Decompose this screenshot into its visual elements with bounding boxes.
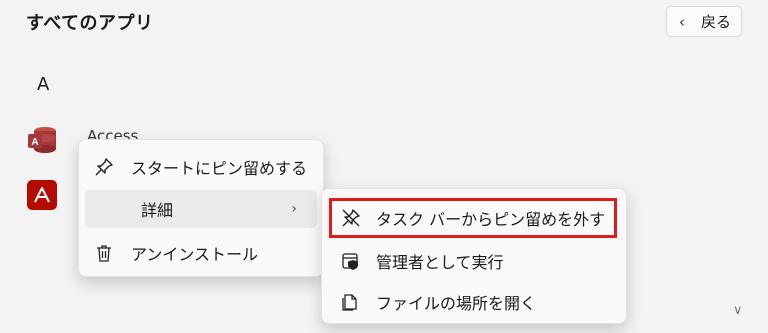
pin-icon [93, 156, 115, 178]
shield-icon [340, 250, 362, 272]
details-submenu: タスク バーからピン留めを外す 管理者として実行 ファイルの場所を開く [321, 188, 627, 324]
back-button-label: 戻る [701, 13, 732, 31]
svg-text:A: A [31, 137, 38, 148]
chevron-right-icon: › [291, 201, 297, 217]
menu-item-label: 管理者として実行 [376, 253, 504, 272]
scroll-down-chevron-icon[interactable]: ∨ [733, 303, 743, 318]
context-menu: スタートにピン留めする 詳細 › アンインストール [78, 139, 324, 277]
unpin-icon [340, 207, 362, 229]
menu-item-open-file-location[interactable]: ファイルの場所を開く [340, 287, 610, 317]
menu-item-uninstall[interactable]: アンインストール [93, 238, 317, 268]
menu-item-label: 詳細 [141, 201, 174, 220]
menu-item-pin-to-start[interactable]: スタートにピン留めする [93, 152, 317, 182]
menu-item-label: アンインストール [131, 245, 259, 264]
page-title: すべてのアプリ [26, 13, 154, 34]
menu-item-label: タスク バーからピン留めを外す [376, 210, 606, 229]
menu-item-unpin-from-taskbar[interactable]: タスク バーからピン留めを外す [329, 198, 617, 238]
acrobat-icon[interactable] [27, 180, 57, 210]
menu-item-label: スタートにピン留めする [131, 159, 308, 178]
menu-item-label: ファイルの場所を開く [376, 294, 537, 313]
access-icon[interactable]: A [27, 125, 57, 155]
menu-item-details[interactable]: 詳細 › [85, 190, 317, 228]
menu-item-run-as-admin[interactable]: 管理者として実行 [340, 246, 610, 276]
group-header: A [37, 74, 50, 95]
back-button[interactable]: ‹ 戻る [666, 6, 742, 37]
trash-icon [93, 242, 115, 264]
folder-open-icon [340, 291, 362, 313]
chevron-left-icon: ‹ [679, 12, 685, 31]
